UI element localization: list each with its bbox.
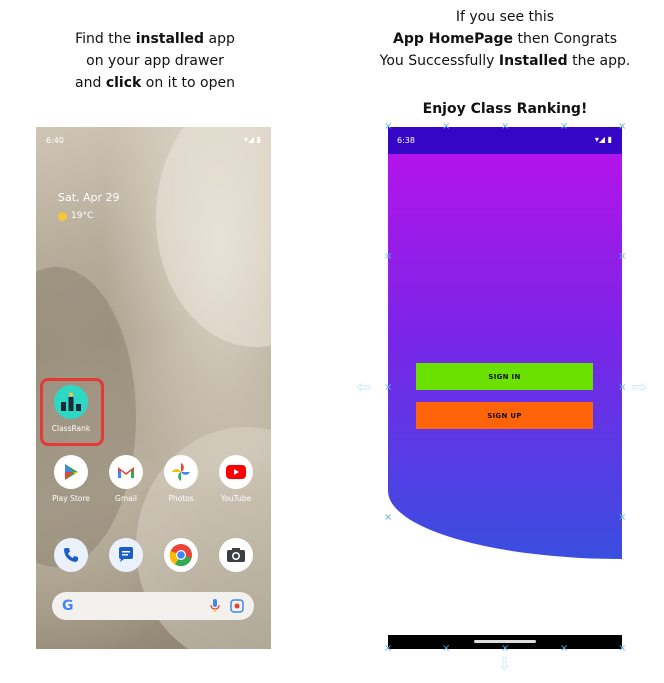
dock-messages[interactable] bbox=[98, 538, 154, 572]
selection-marker: × bbox=[618, 512, 627, 523]
gmail-icon bbox=[109, 455, 143, 489]
selection-marker: × bbox=[560, 643, 569, 654]
phone-icon bbox=[54, 538, 88, 572]
selection-marker: × bbox=[384, 512, 393, 523]
sign-up-button[interactable]: SIGN UP bbox=[416, 402, 593, 429]
arrow-right-icon: ⇨ bbox=[632, 377, 648, 398]
dock-phone[interactable] bbox=[43, 538, 99, 572]
selection-marker: × bbox=[560, 121, 569, 132]
left-instruction-caption: Find the installed app on your app drawe… bbox=[75, 31, 235, 91]
selection-marker: × bbox=[501, 643, 510, 654]
right-instruction-caption: If you see this App HomePage then Congra… bbox=[379, 9, 631, 69]
android-home-screen: 6:40 ▾◢ ▮ Sat, Apr 29 19°C ClassRank Pla… bbox=[36, 127, 271, 649]
classrank-icon bbox=[54, 385, 88, 419]
class-ranking-app-screen: 6:38 ▾◢ ▮ SIGN IN SIGN UP bbox=[388, 127, 622, 649]
google-search-bar[interactable]: G bbox=[52, 592, 254, 620]
app-play-store[interactable]: Play Store bbox=[43, 455, 99, 503]
weather-widget[interactable]: 19°C bbox=[58, 211, 93, 221]
selection-marker: × bbox=[501, 121, 510, 132]
sign-in-button[interactable]: SIGN IN bbox=[416, 363, 593, 390]
classrank-label: ClassRank bbox=[51, 424, 91, 433]
selection-marker: × bbox=[384, 382, 393, 393]
selection-marker: × bbox=[618, 251, 627, 262]
arrow-left-icon: ⇦ bbox=[356, 377, 372, 398]
selection-marker: × bbox=[442, 643, 451, 654]
selection-marker: × bbox=[618, 121, 627, 132]
dock-camera[interactable] bbox=[208, 538, 264, 572]
selection-marker: × bbox=[384, 643, 393, 654]
google-logo-icon: G bbox=[62, 598, 74, 614]
lens-icon[interactable] bbox=[230, 599, 244, 613]
selection-marker: × bbox=[384, 121, 393, 132]
app-gmail[interactable]: Gmail bbox=[98, 455, 154, 503]
selection-marker: × bbox=[442, 121, 451, 132]
app-youtube[interactable]: YouTube bbox=[208, 455, 264, 503]
dock-chrome[interactable] bbox=[153, 538, 209, 572]
play-store-icon bbox=[54, 455, 88, 489]
chrome-icon bbox=[164, 538, 198, 572]
app-classrank[interactable]: ClassRank bbox=[43, 385, 99, 433]
enjoy-caption: Enjoy Class Ranking! bbox=[422, 101, 588, 117]
selection-marker: × bbox=[618, 643, 627, 654]
photos-icon bbox=[164, 455, 198, 489]
app-photos[interactable]: Photos bbox=[153, 455, 209, 503]
selection-marker: × bbox=[618, 382, 627, 393]
youtube-icon bbox=[219, 455, 253, 489]
arrow-down-icon: ⇩ bbox=[497, 654, 513, 675]
status-time: 6:40 bbox=[46, 136, 64, 145]
gradient-background bbox=[388, 154, 622, 559]
camera-icon bbox=[219, 538, 253, 572]
sun-icon bbox=[58, 211, 67, 221]
status-icons: ▾◢ ▮ bbox=[243, 135, 261, 144]
selection-marker: × bbox=[384, 251, 393, 262]
date-widget[interactable]: Sat, Apr 29 bbox=[58, 191, 120, 204]
status-icons: ▾◢ ▮ bbox=[594, 135, 612, 144]
microphone-icon[interactable] bbox=[210, 599, 220, 613]
messages-icon bbox=[109, 538, 143, 572]
